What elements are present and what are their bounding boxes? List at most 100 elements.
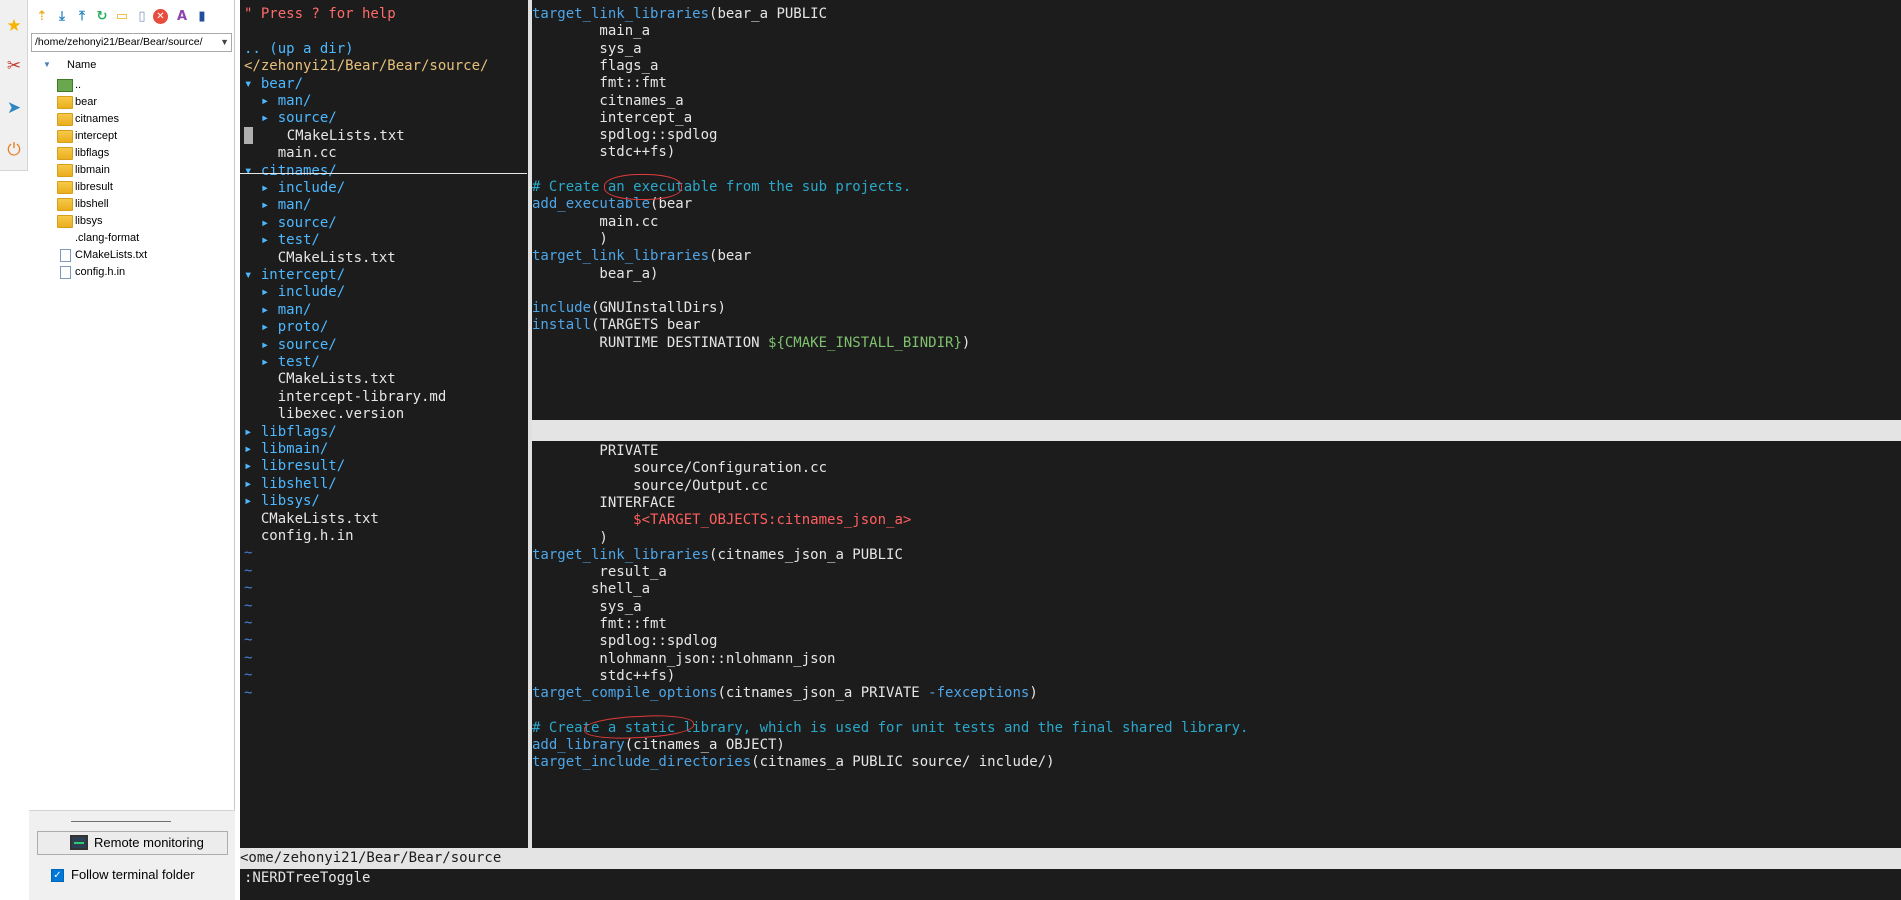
code-token: target_compile_options	[532, 685, 718, 702]
file-icon	[60, 266, 71, 279]
file-list-item[interactable]: libmain	[29, 162, 235, 179]
top-window-status-line: ./bear/CMakeLists.txt 19,0-1 42%	[532, 420, 1901, 501]
code-token: CMakeLists.txt	[253, 127, 405, 144]
code-token: ▸ libmain/	[244, 441, 329, 457]
folder-icon	[57, 147, 73, 160]
top-status-position: 19,0-1	[1712, 464, 1763, 480]
code-token: ▸ man/	[244, 93, 312, 109]
code-token: ▸ include/	[244, 284, 346, 301]
code-token: )	[532, 529, 608, 546]
code-token: ▸ man/	[244, 197, 312, 214]
code-token: PRIVATE	[532, 443, 659, 459]
code-token: target_link_libraries	[532, 248, 710, 265]
power-icon[interactable]: ⏻	[2, 138, 26, 162]
code-token: (citnames_json_a PUBLIC	[709, 546, 903, 563]
code-token: )	[532, 230, 608, 247]
file-name: intercept	[75, 130, 118, 142]
remote-monitoring-label: Remote monitoring	[94, 835, 204, 850]
code-token: flags_a	[532, 57, 659, 74]
refresh-icon[interactable]: ↻	[93, 7, 111, 25]
nerdtree-pane[interactable]: " Press ? for help .. (up a dir) </zehonyi…	[240, 0, 527, 848]
file-name: libresult	[75, 181, 113, 193]
code-token: ▾ bear/	[244, 75, 304, 92]
file-list-item[interactable]: libresult	[29, 179, 235, 196]
file-list-item[interactable]: libsys	[29, 213, 235, 230]
code-token: libexec.version	[244, 406, 405, 423]
folder-icon	[57, 130, 73, 143]
code-token: add_library	[532, 737, 625, 754]
file-name: bear	[75, 96, 98, 108]
folder-icon	[57, 198, 73, 211]
code-token: config.h.in	[244, 528, 354, 544]
side-dock: ★ ✂ ➤ ⏻	[0, 0, 28, 900]
dock-empty-area	[0, 170, 28, 900]
code-token: " Press ? for help	[244, 6, 396, 22]
file-list-item[interactable]: .clang-format	[29, 230, 235, 247]
code-token: (TARGETS bear	[591, 317, 701, 334]
sftp-path-field[interactable]: /home/zehonyi21/Bear/Bear/source/ ▼	[31, 33, 232, 52]
code-line: stdc++fs)	[532, 142, 675, 163]
nerdtree-status-line: <ome/zehonyi21/Bear/Bear/source	[240, 848, 532, 869]
code-token: target_link_libraries	[532, 6, 710, 22]
code-token: .. (up a dir)	[244, 40, 354, 57]
file-list-item[interactable]: libflags	[29, 145, 235, 162]
delete-icon[interactable]: ✕	[153, 9, 168, 24]
code-line: bear_a)	[532, 264, 658, 285]
download-icon[interactable]: ⤓	[53, 7, 71, 25]
code-token: $<TARGET_OBJECTS:citnames_json_a>	[633, 512, 912, 529]
bottom-status-position: 19,0-1	[1712, 892, 1763, 900]
follow-terminal-folder-checkbox[interactable]: ✓	[51, 869, 64, 882]
rename-icon[interactable]: A	[173, 7, 191, 25]
code-token: (GNUInstallDirs)	[591, 300, 726, 317]
file-list-item[interactable]: CMakeLists.txt	[29, 247, 235, 264]
code-token: fmt::fmt	[532, 75, 667, 92]
code-token: (bear	[709, 248, 752, 265]
follow-terminal-folder-label: Follow terminal folder	[71, 867, 195, 882]
parent-folder-icon[interactable]: ⇡	[33, 7, 51, 25]
file-name: libflags	[75, 147, 110, 159]
code-token: include	[532, 300, 592, 317]
code-token: ~	[244, 684, 253, 701]
new-folder-icon[interactable]: ▭	[113, 7, 131, 25]
file-column-header[interactable]: ▼ Name	[29, 56, 235, 74]
favorites-star-icon[interactable]: ★	[2, 14, 26, 38]
code-token: ▸ source/	[244, 336, 337, 353]
terminal-window[interactable]: " Press ? for help .. (up a dir) </zehonyi…	[240, 0, 1901, 900]
properties-icon[interactable]: ▮	[193, 7, 211, 25]
chevron-down-icon[interactable]: ▼	[220, 34, 229, 51]
file-list-item[interactable]: ..	[29, 77, 235, 94]
file-list-item[interactable]: citnames	[29, 111, 235, 128]
code-token: </zehonyi21/Bear/Bear/source/	[244, 58, 489, 75]
file-list-item[interactable]: config.h.in	[29, 264, 235, 281]
code-token: ~	[244, 597, 253, 614]
code-token: ${CMAKE_INSTALL_BINDIR}	[768, 334, 962, 351]
new-file-icon[interactable]: ▯	[133, 7, 151, 25]
text-cursor	[244, 127, 253, 145]
file-list-item[interactable]: intercept	[29, 128, 235, 145]
editor-pane[interactable]: target_link_libraries(bear_a PUBLIC main…	[532, 0, 1901, 848]
code-token: CMakeLists.txt	[244, 249, 396, 266]
nerdtree-line: config.h.in	[244, 526, 354, 547]
code-token: INTERFACE	[532, 494, 676, 511]
file-name: .clang-format	[75, 232, 140, 244]
code-token: ~	[244, 580, 253, 597]
vim-command-line[interactable]: :NERDTreeToggle	[244, 868, 370, 889]
send-icon[interactable]: ➤	[2, 96, 26, 120]
code-token: intercept-library.md	[244, 388, 447, 405]
upload-icon[interactable]: ⤒	[73, 7, 91, 25]
code-token: ~	[244, 632, 253, 649]
tools-icon[interactable]: ✂	[2, 54, 26, 78]
code-token: fmt::fmt	[532, 616, 667, 632]
code-token: )	[961, 334, 971, 351]
code-token: ▾ citnames/	[244, 162, 337, 179]
file-list-item[interactable]: bear	[29, 94, 235, 111]
code-line: target_compile_options(citnames_json_a P…	[532, 683, 1038, 704]
code-token: source/Output.cc	[532, 477, 769, 494]
remote-monitoring-button[interactable]: Remote monitoring	[37, 831, 228, 855]
code-token: CMakeLists.txt	[244, 510, 379, 527]
file-name: libmain	[75, 164, 110, 176]
parent-dir-icon	[57, 79, 73, 92]
file-list-item[interactable]: libshell	[29, 196, 235, 213]
code-token: ~	[244, 545, 253, 562]
